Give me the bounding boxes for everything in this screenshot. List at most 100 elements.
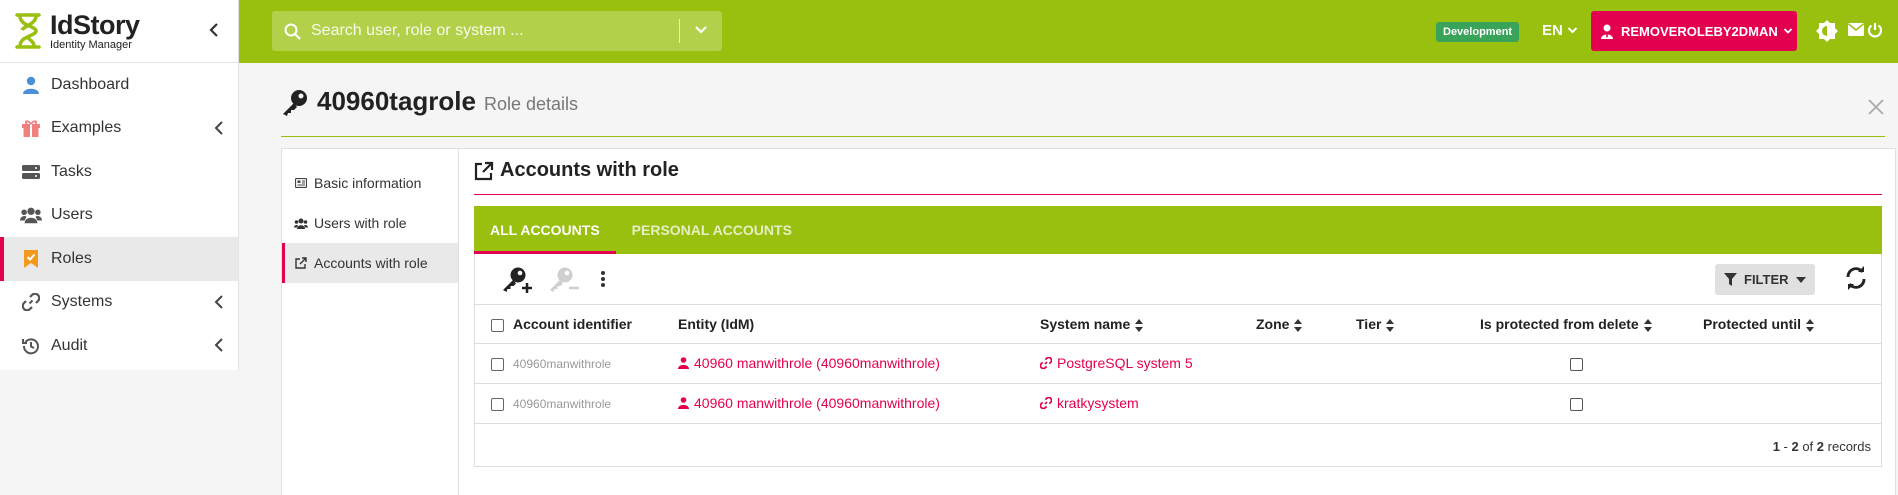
page-header: 40960tagrole Role details [281, 86, 578, 117]
account-identifier-cell: 40960manwithrole [513, 343, 678, 384]
remove-account-key-icon[interactable] [548, 266, 580, 294]
sidebar-item-examples[interactable]: Examples [0, 107, 238, 151]
chevron-down-icon [1567, 26, 1578, 35]
filter-icon [1724, 272, 1737, 287]
more-vertical-icon[interactable] [600, 270, 606, 288]
sidebar: IdStory Identity Manager Dashboard Examp… [0, 0, 239, 370]
language-label: EN [1542, 22, 1563, 39]
is-protected-cell [1480, 383, 1703, 424]
filter-label: FILTER [1744, 272, 1789, 287]
column-header-zone[interactable]: Zone [1256, 305, 1356, 344]
subnav-users-with-role[interactable]: Users with role [282, 203, 458, 243]
user-menu-button[interactable]: REMOVEROLEBY2DMAN [1591, 11, 1797, 51]
protected-until-cell [1703, 343, 1881, 384]
column-label: Entity (IdM) [678, 315, 755, 332]
tier-cell [1356, 383, 1480, 424]
section-title-text: Accounts with role [500, 159, 679, 181]
sidebar-item-label: Audit [51, 336, 88, 354]
close-icon[interactable] [1868, 99, 1884, 115]
tab-all-accounts[interactable]: All accounts [474, 206, 616, 254]
row-checkbox[interactable] [491, 357, 504, 371]
history-icon [20, 335, 42, 357]
column-header-is-protected[interactable]: Is protected from delete [1480, 305, 1703, 344]
column-label: Account identifier [513, 315, 633, 332]
role-detail-panel: Basic information Users with role Accoun… [281, 148, 1896, 495]
column-header-tier[interactable]: Tier [1356, 305, 1480, 344]
column-label: Zone [1256, 315, 1290, 332]
sidebar-item-roles[interactable]: Roles [0, 237, 238, 281]
subnav-label: Accounts with role [314, 255, 428, 271]
external-link-icon [294, 257, 308, 269]
users-icon [20, 204, 42, 226]
power-off-icon[interactable] [1867, 22, 1883, 38]
pagination-info: 1 - 2 of 2 records [1773, 439, 1871, 454]
system-label: kratkysystem [1057, 394, 1139, 411]
select-all-cell [475, 305, 513, 344]
language-selector[interactable]: EN [1542, 22, 1578, 39]
logo-area: IdStory Identity Manager [0, 0, 238, 63]
chevron-left-icon [214, 120, 224, 135]
logo-title: IdStory [50, 9, 140, 40]
refresh-icon[interactable] [1844, 266, 1868, 290]
logo-subtitle: Identity Manager [50, 38, 132, 51]
page-sep: - [1779, 439, 1792, 454]
gift-icon [20, 117, 42, 139]
chevron-left-icon [214, 338, 224, 352]
chevron-down-icon[interactable] [694, 24, 708, 36]
key-icon [281, 88, 309, 116]
tab-personal-accounts[interactable]: Personal accounts [616, 206, 808, 254]
users-icon [294, 218, 308, 229]
sidebar-item-tasks[interactable]: Tasks [0, 150, 238, 194]
subnav-basic-information[interactable]: Basic information [282, 163, 458, 203]
system-link[interactable]: PostgreSQL system 5 [1040, 355, 1193, 371]
column-header-entity[interactable]: Entity (IdM) [678, 305, 1040, 344]
is-protected-cell [1480, 343, 1703, 384]
table-row[interactable]: 40960manwithrole 40960 manwithrole (4096… [475, 343, 1881, 384]
column-label: Is protected from delete [1480, 315, 1639, 332]
table-row[interactable]: 40960manwithrole 40960 manwithrole (4096… [475, 383, 1881, 424]
row-select-cell [475, 383, 513, 424]
system-link[interactable]: kratkysystem [1040, 395, 1139, 411]
header-divider [281, 136, 1885, 137]
newspaper-icon [294, 178, 308, 188]
column-header-account-identifier[interactable]: Account identifier [513, 305, 678, 344]
sort-icon [1135, 318, 1144, 332]
section-title: Accounts with role [474, 159, 679, 182]
sidebar-collapse-chevron-icon[interactable] [208, 22, 220, 38]
filter-button[interactable]: FILTER [1715, 264, 1815, 295]
subnav-accounts-with-role[interactable]: Accounts with role [282, 243, 458, 283]
sidebar-item-label: Tasks [51, 162, 92, 180]
subnav-label: Basic information [314, 175, 422, 191]
row-select-cell [475, 343, 513, 384]
external-link-icon [474, 161, 494, 181]
row-checkbox[interactable] [491, 397, 504, 411]
sidebar-item-users[interactable]: Users [0, 194, 238, 238]
idstory-logo-icon [14, 12, 42, 50]
sort-icon [1643, 318, 1652, 332]
column-header-protected-until[interactable]: Protected until [1703, 305, 1881, 344]
user-name: REMOVEROLEBY2DMAN [1621, 23, 1778, 39]
environment-badge: Development [1436, 22, 1520, 42]
section-divider [474, 194, 1882, 195]
accounts-table: Account identifier Entity (IdM) System n… [475, 305, 1881, 424]
add-account-key-icon[interactable] [501, 266, 533, 294]
table-toolbar: FILTER [475, 254, 1881, 305]
entity-link[interactable]: 40960 manwithrole (40960manwithrole) [678, 355, 940, 371]
accounts-table-box: FILTER Account identifier Entity (IdM) S… [474, 254, 1882, 467]
zone-cell [1256, 343, 1356, 384]
column-header-system-name[interactable]: System name [1040, 305, 1256, 344]
page-total: 2 [1816, 439, 1825, 454]
page-of: of [1798, 439, 1817, 454]
theme-toggle-icon[interactable] [1816, 20, 1838, 42]
sidebar-item-dashboard[interactable]: Dashboard [0, 63, 238, 107]
select-all-checkbox[interactable] [491, 318, 504, 332]
user-tie-icon [1601, 24, 1613, 39]
entity-link[interactable]: 40960 manwithrole (40960manwithrole) [678, 395, 940, 411]
sort-icon [1806, 318, 1815, 332]
sidebar-item-audit[interactable]: Audit [0, 324, 238, 368]
envelope-icon[interactable] [1848, 23, 1864, 36]
page-suffix: records [1824, 439, 1871, 454]
sidebar-item-systems[interactable]: Systems [0, 281, 238, 325]
sidebar-item-label: Systems [51, 293, 113, 311]
search-input[interactable] [311, 22, 681, 40]
